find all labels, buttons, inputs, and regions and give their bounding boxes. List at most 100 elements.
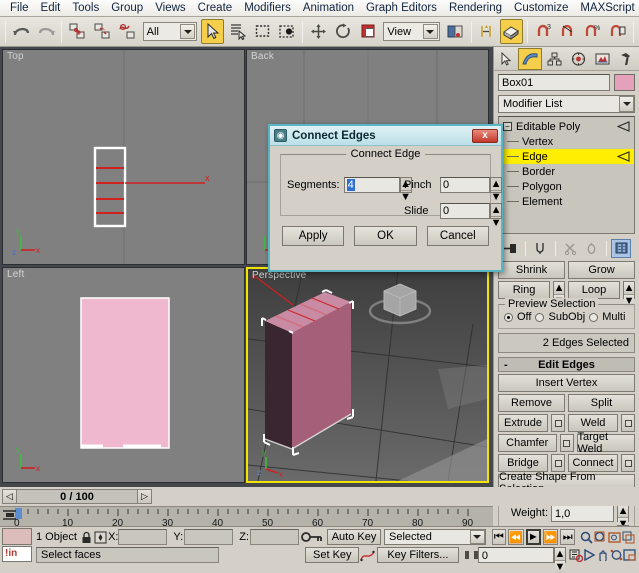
time-configuration-icon[interactable] (569, 549, 583, 562)
mini-color-swatch[interactable] (2, 528, 32, 545)
collapse-box-icon[interactable]: − (503, 122, 512, 131)
menu-item-customize[interactable]: Customize (508, 0, 574, 16)
radio-multi[interactable] (589, 313, 598, 322)
weight-field[interactable]: 1,0 (551, 505, 614, 522)
ring-spinner[interactable]: ▲▼ (553, 281, 565, 299)
pinch-field[interactable]: 0 (440, 177, 490, 193)
radio-subobj[interactable] (535, 313, 544, 322)
slide-field[interactable]: 0 (440, 203, 490, 219)
target-weld-button[interactable]: Target Weld (577, 434, 636, 452)
next-key-icon[interactable]: ⏩ (543, 529, 559, 545)
motion-wheel-icon[interactable] (566, 48, 590, 70)
spinner-snap-icon[interactable] (606, 19, 629, 44)
hammer-icon[interactable] (614, 48, 638, 70)
make-unique-icon[interactable] (560, 239, 580, 258)
key-mode-dropdown[interactable]: Selected (384, 529, 486, 545)
configure-modifier-sets-icon[interactable] (611, 239, 631, 258)
slide-spinner[interactable]: ▲▼ (490, 203, 502, 219)
menu-item-create[interactable]: Create (192, 0, 239, 16)
extrude-settings-icon[interactable] (551, 414, 565, 432)
chevron-down-icon[interactable] (470, 530, 485, 544)
bind-space-warp-icon[interactable] (116, 19, 139, 44)
chamfer-settings-icon[interactable] (560, 434, 574, 452)
timeline-ruler[interactable]: 01020 304050 607080 90100 (0, 506, 493, 526)
close-icon[interactable]: x (472, 129, 498, 143)
object-color-swatch[interactable] (614, 74, 635, 91)
apply-button[interactable]: Apply (282, 226, 344, 246)
stack-item-editable-poly[interactable]: − Editable Poly (499, 119, 634, 134)
select-and-scale-icon[interactable] (357, 19, 380, 44)
modify-curve-icon[interactable] (518, 48, 542, 70)
remove-modifier-icon[interactable] (581, 239, 601, 258)
modifier-list-dropdown[interactable]: Modifier List (498, 95, 635, 113)
segments-field[interactable]: 4 (344, 177, 400, 193)
menu-item-tools[interactable]: Tools (66, 0, 105, 16)
zoom-all-icon[interactable] (593, 529, 607, 545)
select-by-name-icon[interactable] (226, 19, 249, 44)
isolate-selection-icon[interactable] (93, 531, 108, 544)
chevron-down-icon[interactable] (180, 24, 195, 39)
rectangular-selection-region-icon[interactable] (251, 19, 274, 44)
menu-item-rendering[interactable]: Rendering (443, 0, 508, 16)
menu-item-group[interactable]: Group (105, 0, 149, 16)
split-button[interactable]: Split (568, 394, 635, 412)
grow-button[interactable]: Grow (568, 261, 635, 279)
goto-start-icon[interactable]: ⏮ (492, 529, 507, 545)
select-and-rotate-icon[interactable] (332, 19, 355, 44)
unlink-icon[interactable] (91, 19, 114, 44)
current-frame-spinner[interactable]: ▲▼ (554, 547, 566, 563)
key-filters-button[interactable]: Key Filters... (377, 547, 459, 563)
radio-off[interactable] (504, 313, 513, 322)
z-coordinate-field[interactable] (250, 529, 299, 545)
angle-snap-icon[interactable] (557, 19, 580, 44)
select-object-icon[interactable] (201, 19, 224, 44)
pinch-spinner[interactable]: ▲▼ (490, 177, 502, 193)
stack-item-edge[interactable]: Edge (499, 149, 634, 164)
menu-item-animation[interactable]: Animation (297, 0, 360, 16)
prev-key-icon[interactable]: ⏪ (508, 529, 524, 545)
lock-selection-icon[interactable] (80, 531, 93, 544)
set-key-button[interactable]: Set Key (305, 547, 359, 563)
dialog-title-bar[interactable]: ◉ Connect Edges x (270, 126, 501, 146)
menu-item-edit[interactable]: Edit (35, 0, 67, 16)
viewport-left[interactable]: y x Left (2, 267, 245, 483)
undo-icon[interactable] (10, 19, 33, 44)
auto-key-button[interactable]: Auto Key (327, 529, 381, 545)
zoom-icon[interactable] (579, 529, 593, 545)
menu-item-file[interactable]: File (4, 0, 35, 16)
x-coordinate-field[interactable] (118, 529, 167, 545)
snaps-toggle-icon[interactable]: 3 (532, 19, 555, 44)
use-pivot-point-center-icon[interactable] (444, 19, 467, 44)
weld-button[interactable]: Weld (568, 414, 618, 432)
arrow-create-icon[interactable] (494, 48, 518, 70)
percent-snap-icon[interactable]: % (581, 19, 604, 44)
align-icon[interactable] (500, 19, 523, 44)
frame-slider[interactable]: ◁ 0 / 100 ▷ (2, 489, 152, 504)
zoom-extents-icon[interactable] (607, 529, 621, 545)
key-filter-curve-icon[interactable] (359, 549, 375, 562)
modifier-stack[interactable]: − Editable Poly Vertex Edge Border (498, 116, 635, 234)
display-monitor-icon[interactable] (590, 48, 614, 70)
shrink-button[interactable]: Shrink (498, 261, 565, 279)
next-frame-icon[interactable]: ▷ (137, 489, 152, 504)
bridge-button[interactable]: Bridge (498, 454, 548, 472)
weight-spinner[interactable]: ▲▼ (617, 504, 629, 522)
select-and-move-icon[interactable] (307, 19, 330, 44)
hierarchy-icon[interactable] (542, 48, 566, 70)
pin-stack-icon[interactable] (500, 239, 520, 258)
light-bulb-icon[interactable] (617, 121, 630, 135)
ring-button[interactable]: Ring (498, 281, 550, 299)
viewport-perspective[interactable]: x y x z Perspective (246, 267, 489, 483)
stack-item-border[interactable]: Border (499, 164, 634, 179)
insert-vertex-button[interactable]: Insert Vertex (498, 374, 635, 392)
current-frame-field[interactable]: 0 (478, 547, 554, 563)
play-animation-icon[interactable]: ► (526, 529, 541, 545)
maximize-viewport-icon[interactable] (623, 549, 636, 561)
ok-button[interactable]: OK (354, 226, 416, 246)
menu-item-modifiers[interactable]: Modifiers (238, 0, 297, 16)
connect-button[interactable]: Connect (568, 454, 618, 472)
field-of-view-icon[interactable] (583, 549, 596, 561)
window-crossing-icon[interactable] (275, 19, 298, 44)
show-end-result-icon[interactable] (530, 239, 550, 258)
extrude-button[interactable]: Extrude (498, 414, 548, 432)
